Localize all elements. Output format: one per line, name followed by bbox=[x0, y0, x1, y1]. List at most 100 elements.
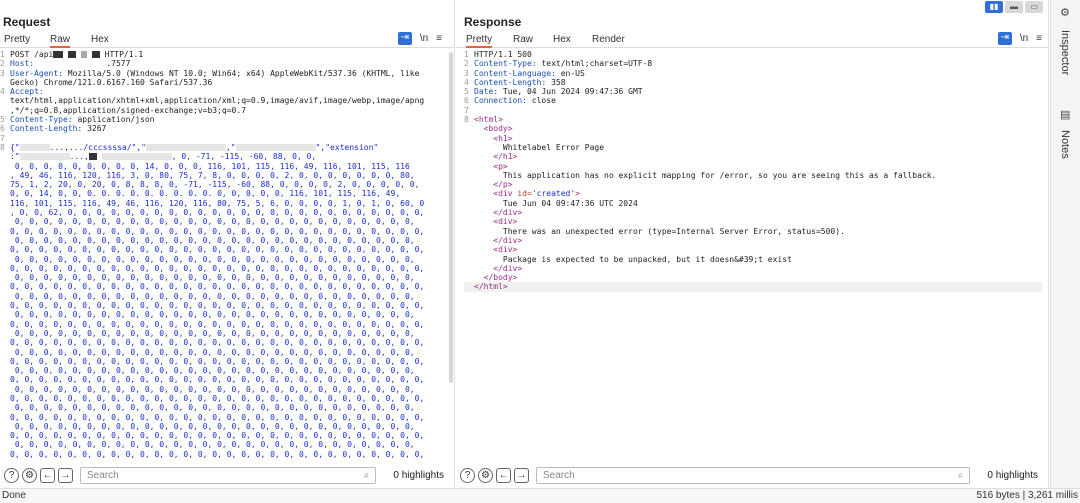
request-line: 0, 0, 0, 0, 0, 0, 0, 0, 0, 0, 0, 0, 0, 0… bbox=[0, 273, 448, 282]
menu-icon[interactable]: ≡ bbox=[436, 33, 442, 44]
code-text: </body> bbox=[483, 273, 518, 283]
code-text: This application has no explicit mapping… bbox=[474, 170, 937, 180]
response-line: </p> bbox=[464, 180, 1042, 189]
code-text: 0, 0, 0, 0, 0, 0, 0, 0, 0, 0, 0, 0, 0, 0… bbox=[10, 431, 425, 441]
request-line: 0, 0, 0, 0, 0, 0, 0, 0, 0, 0, 0, 0, 0, 0… bbox=[0, 422, 448, 431]
request-line: 0, 0, 0, 0, 0, 0, 0, 0, 0, 0, 0, 0, 0, 0… bbox=[0, 329, 448, 338]
tab-raw[interactable]: Raw bbox=[50, 33, 71, 48]
tab-render[interactable]: Render bbox=[592, 33, 625, 48]
code-text: 0, 0, 0, 0, 0, 0, 0, 0, 0, 0, 0, 0, 0, 0… bbox=[10, 235, 415, 245]
newline-icon[interactable]: \n bbox=[1020, 33, 1028, 44]
request-line: 0, 0, 0, 0, 0, 0, 0, 0, 0, 0, 0, 0, 0, 0… bbox=[0, 385, 448, 394]
code-text: ...,.../cccssssa/"," bbox=[49, 142, 146, 152]
next-match-button[interactable]: → bbox=[514, 467, 529, 483]
status-text: Done bbox=[2, 490, 26, 501]
request-line: , 49, 46, 116, 120, 116, 3, 0, 80, 75, 7… bbox=[0, 171, 448, 180]
code-text: id= bbox=[517, 189, 532, 199]
settings-icon[interactable]: ⚙ bbox=[478, 467, 493, 483]
request-title: Request bbox=[3, 15, 51, 29]
code-text: 0, 0, 0, 0, 0, 0, 0, 0, 0, 0, 0, 0, 0, 0… bbox=[10, 301, 425, 311]
next-match-button[interactable]: → bbox=[58, 467, 73, 483]
menu-icon[interactable]: ≡ bbox=[1036, 33, 1042, 44]
code-text: Content-Type: bbox=[474, 59, 542, 69]
code-text: .7577 bbox=[38, 59, 131, 69]
help-icon[interactable]: ? bbox=[4, 467, 19, 483]
tab-hex[interactable]: Hex bbox=[553, 33, 571, 48]
help-icon[interactable]: ? bbox=[460, 467, 475, 483]
request-search-input[interactable]: Search ⌕ bbox=[80, 466, 377, 484]
request-line: 0, 0, 0, 0, 0, 0, 0, 0, 0, 0, 0, 0, 0, 0… bbox=[0, 292, 448, 301]
tab-pretty[interactable]: Pretty bbox=[4, 33, 30, 48]
response-line: <div id='created'> bbox=[464, 189, 1042, 198]
inspector-icon[interactable]: ⚙ bbox=[1060, 6, 1070, 19]
code-text: close bbox=[531, 96, 556, 106]
redaction-block bbox=[19, 153, 70, 161]
redaction-block bbox=[91, 51, 100, 58]
line-number: 1 bbox=[464, 50, 469, 59]
code-text: <div bbox=[493, 189, 518, 199]
response-editor[interactable]: 1 HTTP/1.1 500 2 Content-Type: text/html;ch… bbox=[464, 50, 1042, 462]
request-line: 2 Host: .7577 bbox=[0, 59, 448, 68]
code-text: 0, 0, 0, 0, 0, 0, 0, 0, 0, 0, 0, 0, 0, 0… bbox=[10, 319, 425, 329]
response-line: <div> bbox=[464, 217, 1042, 226]
request-line: 8 {" ...,.../cccssssa/"," ," ","extension" bbox=[0, 143, 448, 152]
code-text: 'created' bbox=[531, 189, 576, 199]
request-line: 0, 0, 0, 0, 0, 0, 0, 0, 0, 0, 0, 0, 0, 0… bbox=[0, 394, 448, 403]
line-number: 4 bbox=[0, 87, 5, 97]
request-scrollbar[interactable] bbox=[449, 52, 453, 383]
response-line: <p> bbox=[464, 162, 1042, 171]
response-line: 5 Date: Tue, 04 Jun 2024 09:47:36 GMT bbox=[464, 87, 1042, 96]
request-line: 0, 0, 0, 0, 0, 0, 0, 0, 0, 0, 0, 0, 0, 0… bbox=[0, 264, 448, 273]
request-line: 0, 0, 0, 0, 0, 0, 0, 0, 0, 0, 0, 0, 0, 0… bbox=[0, 338, 448, 347]
wrap-icon[interactable]: ⇥ bbox=[997, 32, 1012, 45]
request-line: 75, 1, 2, 20, 0, 20, 0, 8, 8, 8, 0, -71,… bbox=[0, 180, 448, 189]
request-line: 0, 0, 0, 0, 0, 0, 0, 0, 0, 0, 0, 0, 0, 0… bbox=[0, 357, 448, 366]
prev-match-button[interactable]: ← bbox=[496, 467, 511, 483]
request-editor[interactable]: 1 POST /api HTTP/1.1 2 Host: .7577 3 User-Age… bbox=[0, 50, 448, 462]
code-text: 0, 0, 0, 0, 0, 0, 0, 0, 0, 0, 0, 0, 0, 0… bbox=[10, 338, 425, 348]
code-text: 0, 0, 0, 0, 0, 0, 0, 0, 0, 0, 0, 0, 0, 0… bbox=[10, 263, 425, 273]
tab-raw[interactable]: Raw bbox=[513, 33, 533, 48]
code-text: 0, 0, 0, 0, 0, 0, 0, 0, 0, 0, 0, 0, 0, 0… bbox=[10, 393, 425, 403]
request-line: 0, 0, 0, 0, 0, 0, 0, 0, 0, 0, 0, 0, 0, 0… bbox=[0, 227, 448, 236]
code-text: 0, 0, 0, 0, 0, 0, 0, 0, 0, 0, 0, 0, 0, 0… bbox=[10, 291, 415, 301]
code-text: text/html,application/xhtml+xml,applicat… bbox=[10, 96, 425, 106]
code-text: {" bbox=[10, 142, 20, 152]
line-number: 4 bbox=[464, 77, 469, 87]
settings-icon[interactable]: ⚙ bbox=[22, 467, 37, 483]
response-line: This application has no explicit mapping… bbox=[464, 171, 1042, 180]
response-line: 2 Content-Type: text/html;charset=UTF-8 bbox=[464, 59, 1042, 68]
redaction-block bbox=[145, 143, 226, 151]
code-text: 0, 0, 0, 0, 0, 0, 0, 0, 0, 0, 0, 0, 0, 0… bbox=[10, 310, 415, 320]
request-line: Gecko) Chrome/121.0.6167.160 Safari/537.… bbox=[0, 78, 448, 87]
code-text: Tue Jun 04 09:47:36 UTC 2024 bbox=[474, 198, 638, 208]
code-text: application/json bbox=[77, 115, 155, 125]
newline-icon[interactable]: \n bbox=[420, 33, 428, 44]
response-line: Whitelabel Error Page bbox=[464, 143, 1042, 152]
request-search-bar: ? ⚙ ← → Search ⌕ 0 highlights bbox=[0, 462, 454, 488]
search-icon: ⌕ bbox=[363, 469, 370, 481]
code-text: <h1> bbox=[493, 133, 513, 143]
code-text: There was an unexpected error (type=Inte… bbox=[474, 226, 845, 236]
request-line: ,*/*;q=0.8,application/signed-exchange;v… bbox=[0, 106, 448, 115]
tab-pretty[interactable]: Pretty bbox=[466, 33, 493, 48]
response-line: Package is expected to be unpacked, but … bbox=[464, 255, 1042, 264]
notes-icon[interactable]: ▤ bbox=[1060, 108, 1070, 121]
code-text: ," bbox=[225, 142, 236, 152]
response-search-input[interactable]: Search ⌕ bbox=[536, 466, 971, 484]
tab-hex[interactable]: Hex bbox=[91, 33, 109, 48]
response-toolbar: ⇥ \n ≡ bbox=[997, 32, 1042, 45]
notes-tab[interactable]: Notes bbox=[1059, 130, 1071, 159]
code-text: Whitelabel Error Page bbox=[474, 142, 605, 152]
prev-match-button[interactable]: ← bbox=[40, 467, 55, 483]
code-text: 0, 0, 0, 0, 0, 0, 0, 0, 0, 0, 0, 0, 0, 0… bbox=[10, 217, 415, 227]
code-text: Content-Type: bbox=[10, 115, 78, 125]
wrap-icon[interactable]: ⇥ bbox=[397, 32, 412, 45]
inspector-tab[interactable]: Inspector bbox=[1059, 30, 1071, 75]
request-line: 1 POST /api HTTP/1.1 bbox=[0, 50, 448, 59]
search-placeholder: Search bbox=[543, 469, 575, 481]
line-number: 6 bbox=[0, 124, 5, 134]
response-highlights-count: 0 highlights bbox=[987, 469, 1038, 481]
